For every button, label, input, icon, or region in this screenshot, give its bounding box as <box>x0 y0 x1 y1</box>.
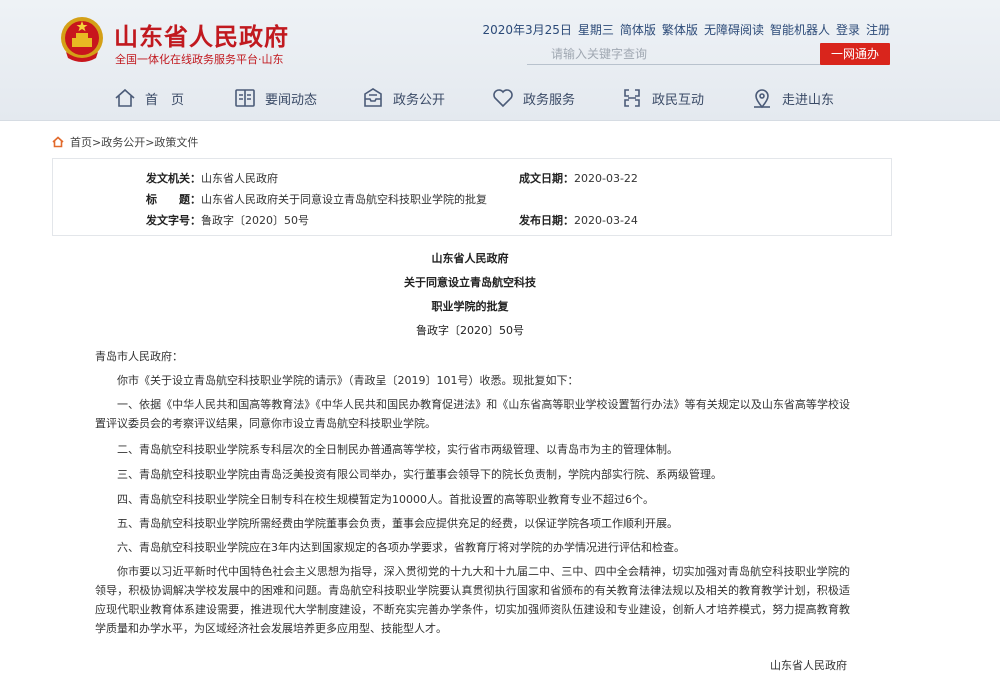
signature: 山东省人民政府 <box>770 659 847 672</box>
paragraph-2: 一、依据《中华人民共和国高等教育法》《中华人民共和国民办教育促进法》和《山东省高… <box>95 398 850 430</box>
paragraph-6: 五、青岛航空科技职业学院所需经费由学院董事会负责，董事会应提供充足的经费，以保证… <box>117 517 678 530</box>
nav-government-affairs[interactable]: 政务公开 <box>361 84 445 112</box>
current-weekday: 星期三 <box>577 23 614 37</box>
issuer-value: 山东省人民政府 <box>201 172 278 185</box>
news-icon <box>235 89 255 107</box>
nav-services[interactable]: 政务服务 <box>491 84 575 112</box>
inbox-icon <box>364 88 382 107</box>
doc-number-label: 发文字号： <box>146 214 201 227</box>
document-title-line1: 关于同意设立青岛航空科技 <box>404 276 536 289</box>
nav-interaction[interactable]: 政民互动 <box>620 84 704 112</box>
nav-label: 政务服务 <box>523 92 576 108</box>
traditional-chinese-link[interactable]: 繁体版 <box>662 21 698 38</box>
published-date-value: 2020-03-24 <box>574 214 638 227</box>
nav-news[interactable]: 要闻动态 <box>233 84 317 112</box>
written-date-value: 2020-03-22 <box>574 172 638 185</box>
main-nav: 首 页 要闻动态 政务公开 政务服务 政民互动 走进山东 <box>0 78 1000 118</box>
accessibility-link[interactable]: 无障碍阅读 <box>704 21 764 38</box>
nav-label: 首 页 <box>145 92 185 108</box>
one-stop-service-button[interactable]: 一网通办 <box>820 43 890 65</box>
home-icon <box>115 88 135 107</box>
current-date: 2020年3月25日 <box>482 23 572 37</box>
written-date-label: 成文日期： <box>519 172 574 185</box>
title-value: 山东省人民政府关于同意设立青岛航空科技职业学院的批复 <box>201 193 487 206</box>
written-date-row: 成文日期：2020-03-22 <box>519 170 638 186</box>
link-icon <box>624 89 640 107</box>
title-row: 标 题：山东省人民政府关于同意设立青岛航空科技职业学院的批复 <box>146 191 487 207</box>
title-label: 标 题： <box>146 193 201 206</box>
nav-label: 要闻动态 <box>265 92 318 108</box>
site-header: 山东省人民政府 全国一体化在线政务服务平台·山东 2020年3月25日 星期三 … <box>0 0 1000 121</box>
published-date-label: 发布日期： <box>519 214 574 227</box>
paragraph-7: 六、青岛航空科技职业学院应在3年内达到国家规定的各项办学要求，省教育厅将对学院的… <box>117 541 685 554</box>
heart-icon <box>493 89 513 108</box>
paragraph-1: 你市《关于设立青岛航空科技职业学院的请示》（青政呈〔2019〕101号）收悉。现… <box>117 374 579 387</box>
paragraph-3: 二、青岛航空科技职业学院系专科层次的全日制民办普通高等学校，实行省市两级管理、以… <box>117 443 678 456</box>
national-emblem-icon[interactable] <box>58 14 106 66</box>
paragraph-5: 四、青岛航空科技职业学院全日制专科在校生规模暂定为10000人。首批设置的高等职… <box>117 493 654 506</box>
issuer-row: 发文机关：山东省人民政府 <box>146 170 278 186</box>
nav-home[interactable]: 首 页 <box>113 84 184 112</box>
top-utility-bar: 2020年3月25日 星期三 简体版 繁体版 无障碍阅读 智能机器人 登录 注册 <box>482 21 890 38</box>
published-date-row: 发布日期：2020-03-24 <box>519 212 638 228</box>
nav-label: 政民互动 <box>652 92 705 108</box>
breadcrumb-path[interactable]: 首页>政务公开>政策文件 <box>70 134 198 150</box>
nav-about-shandong[interactable]: 走进山东 <box>750 84 834 112</box>
issuer-label: 发文机关： <box>146 172 201 185</box>
smart-robot-link[interactable]: 智能机器人 <box>770 21 830 38</box>
login-link[interactable]: 登录 <box>836 21 860 38</box>
search-input[interactable] <box>527 44 836 65</box>
home-icon <box>52 136 64 148</box>
site-subtitle: 全国一体化在线政务服务平台·山东 <box>115 53 284 66</box>
simplified-chinese-link[interactable]: 简体版 <box>620 21 656 38</box>
breadcrumb: 首页>政务公开>政策文件 <box>52 134 198 150</box>
location-icon <box>754 89 770 109</box>
doc-number-value: 鲁政字〔2020〕50号 <box>201 214 309 227</box>
paragraph-8: 你市要以习近平新时代中国特色社会主义思想为指导，深入贯彻党的十九大和十九届二中、… <box>95 565 850 635</box>
document-title-line2: 职业学院的批复 <box>431 300 509 313</box>
document-meta-box: 发文机关：山东省人民政府 成文日期：2020-03-22 标 题：山东省人民政府… <box>52 158 892 236</box>
site-title[interactable]: 山东省人民政府 <box>114 17 289 52</box>
document-issuer-heading: 山东省人民政府 <box>431 252 509 265</box>
document-number: 鲁政字〔2020〕50号 <box>416 324 524 337</box>
doc-number-row: 发文字号：鲁政字〔2020〕50号 <box>146 212 309 228</box>
nav-label: 政务公开 <box>393 92 446 108</box>
register-link[interactable]: 注册 <box>866 21 890 38</box>
nav-label: 走进山东 <box>782 92 835 108</box>
salutation: 青岛市人民政府： <box>95 350 183 363</box>
paragraph-4: 三、青岛航空科技职业学院由青岛泛美投资有限公司举办，实行董事会领导下的院长负责制… <box>117 468 722 481</box>
